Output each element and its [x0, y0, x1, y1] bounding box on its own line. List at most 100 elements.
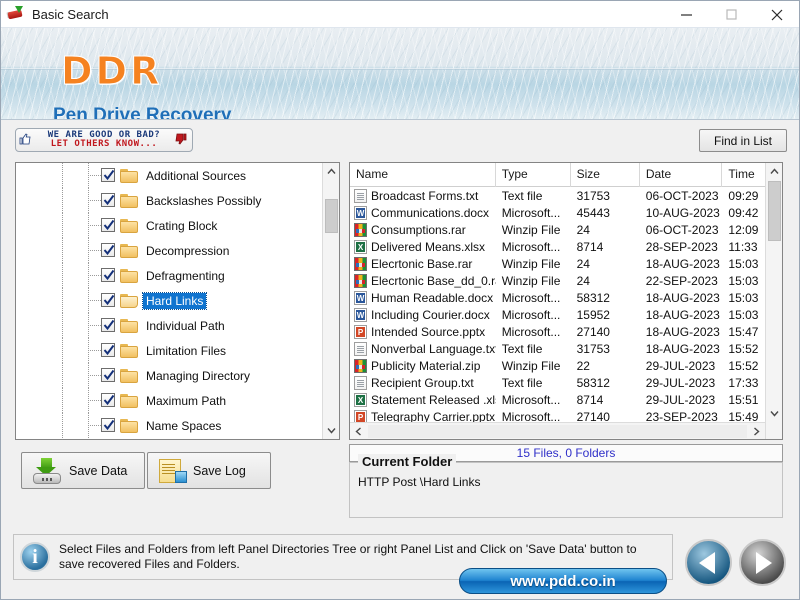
tree-item-name-spaces[interactable]: Name Spaces [16, 413, 322, 438]
find-in-list-button[interactable]: Find in List [699, 129, 787, 152]
file-name: Communications.docx [371, 206, 489, 220]
save-log-button[interactable]: Save Log [147, 452, 271, 489]
tree-item-additional-sources[interactable]: Additional Sources [16, 163, 322, 188]
file-rows: Broadcast Forms.txtText file3175306-OCT-… [350, 187, 782, 425]
tree-item-checkbox[interactable] [101, 318, 115, 332]
file-row[interactable]: Publicity Material.zipWinzip File2229-JU… [350, 357, 782, 374]
feedback-line-2: LET OTHERS KNOW... [33, 140, 175, 149]
scroll-up-icon[interactable] [323, 163, 339, 180]
file-row[interactable]: Recipient Group.txtText file5831229-JUL-… [350, 374, 782, 391]
tree-item-checkbox[interactable] [101, 418, 115, 432]
feedback-banner[interactable]: WE ARE GOOD OR BAD? LET OTHERS KNOW... [15, 128, 193, 152]
list-scroll-thumb[interactable] [768, 181, 781, 241]
save-data-label: Save Data [69, 464, 127, 478]
file-name: Statement Released .xlsx [371, 393, 496, 407]
thumbs-down-icon [175, 133, 189, 147]
tree-item-limitation-files[interactable]: Limitation Files [16, 338, 322, 363]
tree-item-crating-block[interactable]: Crating Block [16, 213, 322, 238]
file-date: 06-OCT-2023 [640, 223, 723, 237]
h-scroll-track[interactable] [368, 425, 747, 438]
maximize-icon[interactable] [709, 1, 754, 28]
tree-item-checkbox[interactable] [101, 168, 115, 182]
tree-scroll-thumb[interactable] [325, 199, 338, 233]
scroll-down-icon[interactable] [323, 422, 339, 439]
file-name: Recipient Group.txt [371, 376, 474, 390]
file-row[interactable]: Intended Source.pptxMicrosoft...2714018-… [350, 323, 782, 340]
tree-guide-line [62, 363, 63, 388]
directories-tree-panel[interactable]: Additional SourcesBackslashes Possibly Cr… [15, 162, 340, 440]
list-scroll-down-icon[interactable] [766, 405, 782, 422]
tree-item-checkbox[interactable] [101, 393, 115, 407]
next-button[interactable] [739, 539, 786, 586]
tree-item-defragmenting[interactable]: Defragmenting [16, 263, 322, 288]
tree-item-label: Maximum Path [146, 394, 226, 408]
save-data-icon [31, 458, 63, 484]
file-row[interactable]: Elecrtonic Base.rarWinzip File2418-AUG-2… [350, 255, 782, 272]
folder-icon [120, 269, 139, 284]
minimize-icon[interactable] [664, 1, 709, 28]
tree-item-hard-links[interactable]: Hard Links [16, 288, 322, 313]
file-name: Publicity Material.zip [371, 359, 480, 373]
file-row[interactable]: Broadcast Forms.txtText file3175306-OCT-… [350, 187, 782, 204]
xls-file-icon [354, 240, 367, 254]
list-horizontal-scrollbar[interactable] [350, 422, 765, 439]
file-row[interactable]: Delivered Means.xlsxMicrosoft...871428-S… [350, 238, 782, 255]
save-log-icon [157, 458, 187, 484]
tree-item-decompression[interactable]: Decompression [16, 238, 322, 263]
txt-file-icon [354, 342, 367, 356]
current-folder-path: HTTP Post \Hard Links [358, 475, 480, 489]
file-date: 18-AUG-2023 [640, 291, 723, 305]
file-type: Text file [496, 376, 571, 390]
website-button[interactable]: www.pdd.co.in [459, 568, 667, 594]
tree-item-maximum-path[interactable]: Maximum Path [16, 388, 322, 413]
tree-item-checkbox[interactable] [101, 343, 115, 357]
file-date: 06-OCT-2023 [640, 189, 723, 203]
column-header-name[interactable]: Name [350, 163, 496, 187]
tree-item-label: Crating Block [146, 219, 217, 233]
tree-item-backslashes-possibly[interactable]: Backslashes Possibly [16, 188, 322, 213]
file-row[interactable]: Human Readable.docxMicrosoft...5831218-A… [350, 289, 782, 306]
file-date: 29-JUL-2023 [640, 393, 723, 407]
file-type: Microsoft... [496, 308, 571, 322]
file-row[interactable]: Consumptions.rarWinzip File2406-OCT-2023… [350, 221, 782, 238]
file-row[interactable]: Statement Released .xlsxMicrosoft...8714… [350, 391, 782, 408]
tree-item-label: Limitation Files [146, 344, 226, 358]
tree-item-checkbox[interactable] [101, 193, 115, 207]
previous-button[interactable] [685, 539, 732, 586]
file-type: Text file [496, 342, 571, 356]
file-list-panel[interactable]: Name Type Size Date Time Broadcast Forms… [349, 162, 783, 440]
file-row[interactable]: Nonverbal Language.txtText file3175318-A… [350, 340, 782, 357]
file-size: 24 [571, 257, 640, 271]
tree-item-managing-directory[interactable]: Managing Directory [16, 363, 322, 388]
current-folder-group: Current Folder HTTP Post \Hard Links [349, 462, 783, 518]
file-row[interactable]: Communications.docxMicrosoft...4544310-A… [350, 204, 782, 221]
file-row[interactable]: Elecrtonic Base_dd_0.rarWinzip File2422-… [350, 272, 782, 289]
tree-item-checkbox[interactable] [101, 243, 115, 257]
close-icon[interactable] [754, 1, 799, 28]
column-header-date[interactable]: Date [640, 163, 723, 187]
tree-item-checkbox[interactable] [101, 368, 115, 382]
tree-elbow [88, 375, 101, 376]
list-scroll-up-icon[interactable] [766, 163, 782, 180]
tree-item-individual-path[interactable]: Individual Path [16, 313, 322, 338]
tree-item-checkbox[interactable] [101, 218, 115, 232]
file-name: Human Readable.docx [371, 291, 493, 305]
scroll-left-icon[interactable] [350, 423, 367, 439]
file-date: 29-JUL-2023 [640, 376, 723, 390]
txt-file-icon [354, 376, 367, 390]
file-date: 18-AUG-2023 [640, 257, 723, 271]
column-header-size[interactable]: Size [571, 163, 640, 187]
scroll-right-icon[interactable] [748, 423, 765, 439]
tree-item-checkbox[interactable] [101, 293, 115, 307]
file-size: 45443 [571, 206, 640, 220]
doc-file-icon [354, 291, 367, 305]
column-header-type[interactable]: Type [496, 163, 571, 187]
file-name: Intended Source.pptx [371, 325, 485, 339]
file-row[interactable]: Including Courier.docxMicrosoft...159521… [350, 306, 782, 323]
tree-guide-line [62, 188, 63, 213]
file-type: Winzip File [496, 223, 571, 237]
tree-item-checkbox[interactable] [101, 268, 115, 282]
list-vertical-scrollbar[interactable] [765, 163, 782, 439]
save-data-button[interactable]: Save Data [21, 452, 145, 489]
tree-vertical-scrollbar[interactable] [322, 163, 339, 439]
